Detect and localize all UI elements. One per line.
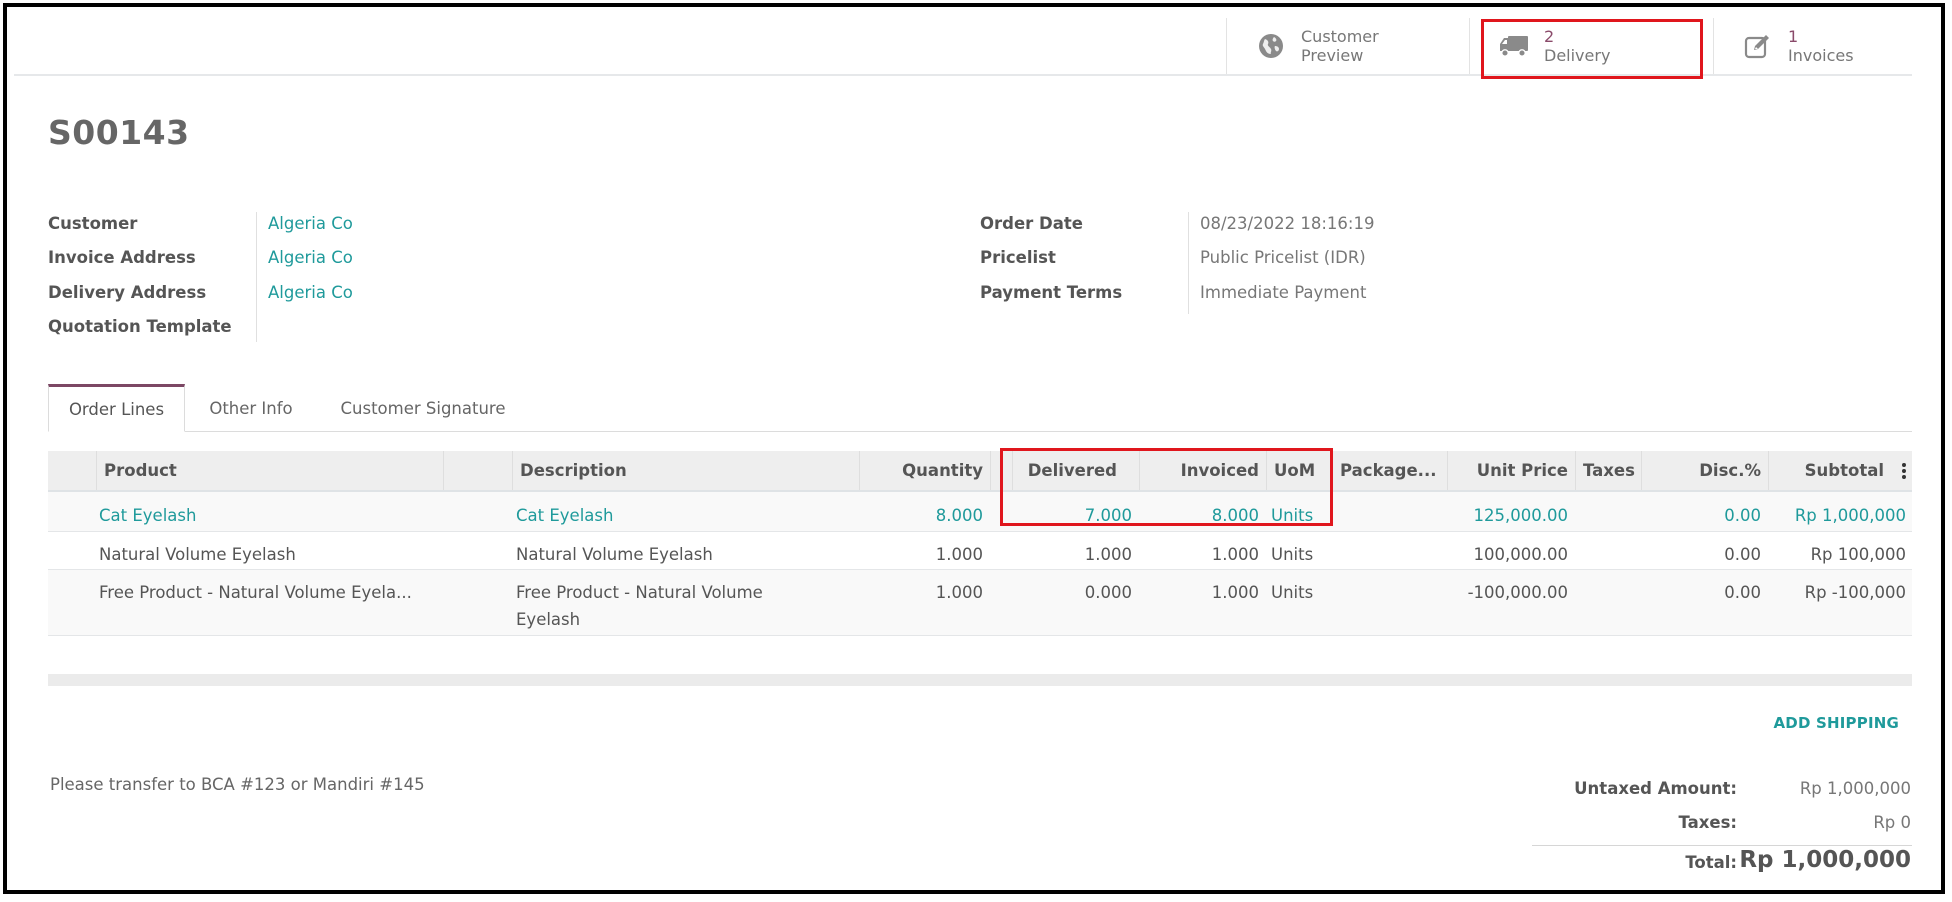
table-footer-bar — [48, 674, 1912, 686]
quotation-template-field[interactable] — [268, 317, 468, 339]
record-title: S00143 — [48, 113, 190, 152]
row-subtotal[interactable]: Rp -100,000 — [1768, 579, 1906, 606]
add-shipping-button[interactable]: ADD SHIPPING — [1773, 714, 1899, 732]
delivered-invoiced-highlight-box — [1000, 448, 1333, 526]
delivery-address-label: Delivery Address — [48, 283, 207, 302]
header-package[interactable]: Package... — [1332, 451, 1447, 490]
row-quantity[interactable]: 1.000 — [859, 541, 983, 568]
table-row[interactable]: Natural Volume Eyelash Natural Volume Ey… — [48, 532, 1912, 570]
column-options-icon[interactable] — [1902, 462, 1906, 480]
invoice-address-label: Invoice Address — [48, 248, 196, 267]
row-description[interactable]: Natural Volume Eyelash — [516, 541, 713, 568]
delivery-highlight-box — [1481, 19, 1703, 79]
field-separator-right — [1188, 212, 1189, 314]
customer-preview-button[interactable]: Customer Preview — [1226, 18, 1469, 74]
untaxed-amount-value: Rp 1,000,000 — [1799, 779, 1911, 798]
payment-terms-field[interactable]: Immediate Payment — [1200, 283, 1366, 302]
terms-note[interactable]: Please transfer to BCA #123 or Mandiri #… — [50, 775, 425, 794]
header-taxes[interactable]: Taxes — [1575, 451, 1641, 490]
quotation-template-label: Quotation Template — [48, 317, 232, 336]
row-invoiced[interactable]: 1.000 — [1139, 579, 1259, 606]
order-date-label: Order Date — [980, 214, 1083, 233]
row-product[interactable]: Natural Volume Eyelash — [99, 541, 296, 568]
invoice-address-field[interactable]: Algeria Co — [268, 248, 353, 267]
header-subtotal[interactable]: Subtotal — [1768, 451, 1912, 490]
invoices-smart-button[interactable]: 1 Invoices — [1713, 18, 1912, 74]
table-row[interactable]: Free Product - Natural Volume Eyela... F… — [48, 570, 1912, 636]
screenshot-frame — [3, 3, 1945, 894]
total-value: Rp 1,000,000 — [1739, 847, 1911, 873]
header-description[interactable]: Description — [512, 451, 859, 490]
header-blank — [443, 451, 512, 490]
row-description[interactable]: Free Product - Natural Volume Eyelash — [516, 579, 763, 633]
row-product[interactable]: Cat Eyelash — [99, 502, 196, 529]
row-description[interactable]: Cat Eyelash — [516, 502, 613, 529]
globe-icon — [1253, 33, 1289, 59]
row-description-line2: Eyelash — [516, 610, 581, 629]
row-discount[interactable]: 0.00 — [1641, 579, 1761, 606]
row-quantity[interactable]: 8.000 — [859, 502, 983, 529]
row-uom[interactable]: Units — [1271, 579, 1313, 606]
row-product[interactable]: Free Product - Natural Volume Eyela... — [99, 579, 412, 606]
field-separator-left — [256, 212, 257, 342]
row-subtotal[interactable]: Rp 1,000,000 — [1768, 502, 1906, 529]
customer-label: Customer — [48, 214, 138, 233]
row-unit-price[interactable]: -100,000.00 — [1447, 579, 1568, 606]
row-delivered[interactable]: 1.000 — [1012, 541, 1132, 568]
row-discount[interactable]: 0.00 — [1641, 541, 1761, 568]
invoices-button-text: 1 Invoices — [1788, 27, 1854, 65]
row-unit-price[interactable]: 100,000.00 — [1447, 541, 1568, 568]
row-uom[interactable]: Units — [1271, 541, 1313, 568]
payment-terms-label: Payment Terms — [980, 283, 1123, 302]
pricelist-label: Pricelist — [980, 248, 1056, 267]
customer-preview-label: Customer Preview — [1301, 27, 1379, 65]
header-discount[interactable]: Disc.% — [1641, 451, 1768, 490]
header-handle-col — [48, 451, 96, 490]
tab-other-info[interactable]: Other Info — [192, 384, 310, 432]
row-subtotal[interactable]: Rp 100,000 — [1768, 541, 1906, 568]
order-date-field[interactable]: 08/23/2022 18:16:19 — [1200, 214, 1374, 233]
row-invoiced[interactable]: 1.000 — [1139, 541, 1259, 568]
row-quantity[interactable]: 1.000 — [859, 579, 983, 606]
customer-field[interactable]: Algeria Co — [268, 214, 353, 233]
table-row[interactable]: Cat Eyelash Cat Eyelash 8.000 7.000 8.00… — [48, 492, 1912, 532]
header-product[interactable]: Product — [96, 451, 443, 490]
totals-divider — [1532, 845, 1912, 846]
row-unit-price[interactable]: 125,000.00 — [1447, 502, 1568, 529]
invoices-label: Invoices — [1788, 46, 1854, 65]
order-lines-header: Product Description Quantity Delivered I… — [48, 451, 1912, 492]
tab-order-lines[interactable]: Order Lines — [48, 384, 185, 432]
header-unit-price[interactable]: Unit Price — [1447, 451, 1575, 490]
row-discount[interactable]: 0.00 — [1641, 502, 1761, 529]
row-delivered[interactable]: 0.000 — [1012, 579, 1132, 606]
invoices-count: 1 — [1788, 27, 1799, 46]
tab-customer-signature[interactable]: Customer Signature — [318, 384, 528, 432]
pricelist-field[interactable]: Public Pricelist (IDR) — [1200, 248, 1366, 267]
taxes-value: Rp 0 — [1873, 813, 1911, 832]
header-quantity[interactable]: Quantity — [859, 451, 990, 490]
pencil-square-icon — [1740, 33, 1776, 59]
row-description-line1: Free Product - Natural Volume — [516, 583, 763, 602]
delivery-address-field[interactable]: Algeria Co — [268, 283, 353, 302]
